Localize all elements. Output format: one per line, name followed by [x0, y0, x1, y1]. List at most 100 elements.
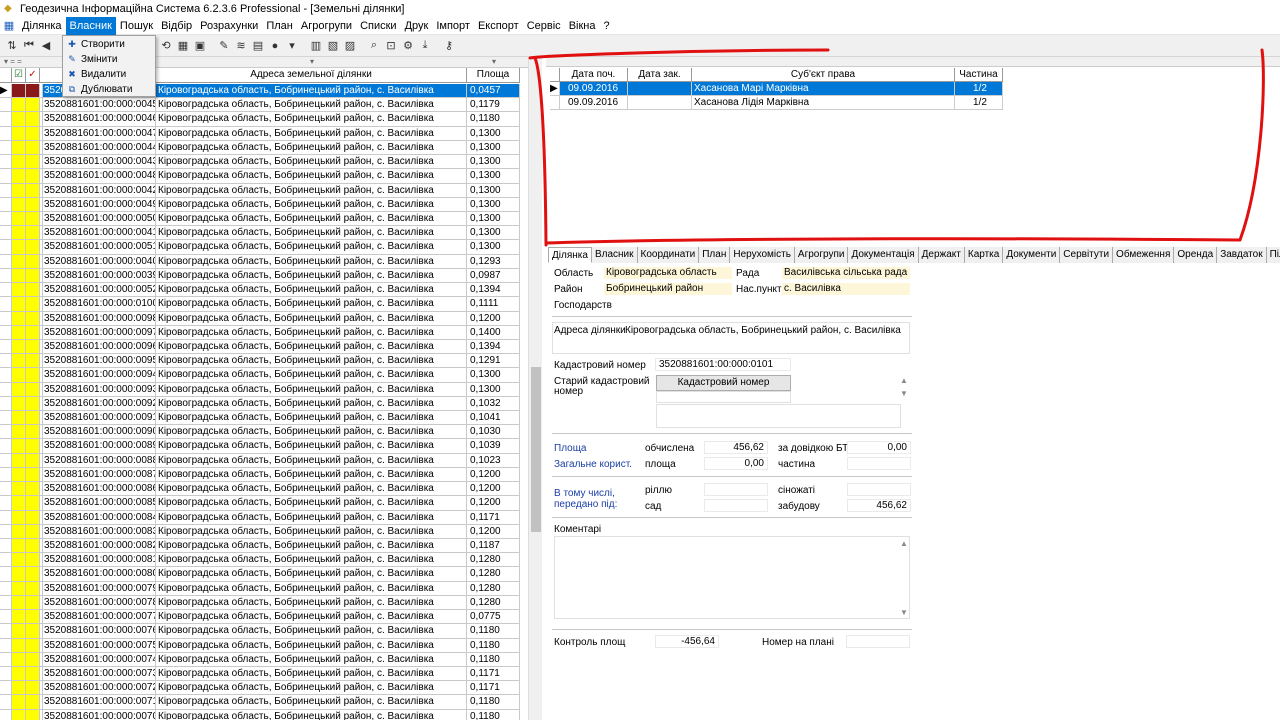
measure-icon[interactable]: ⊡ — [383, 37, 399, 55]
row-check-cell[interactable] — [12, 98, 26, 112]
row-flag-cell[interactable] — [26, 496, 40, 510]
delete-icon[interactable]: ▾ — [284, 37, 300, 55]
row-flag-cell[interactable] — [26, 396, 40, 411]
table-row[interactable]: 3520881601:00:000:0078 Кіровоградська обл… — [0, 595, 520, 611]
table-row[interactable]: 3520881601:00:000:0091 Кіровоградська обл… — [0, 411, 520, 426]
table-row[interactable]: 3520881601:00:000:0100 Кіровоградська обл… — [0, 297, 520, 312]
table-row[interactable]: 3520881601:00:000:0094 Кіровоградська обл… — [0, 368, 520, 383]
row-check-cell[interactable] — [12, 297, 26, 311]
calc-area-field[interactable]: 456,62 — [704, 441, 768, 454]
tab-kartka[interactable]: Картка — [964, 247, 1004, 263]
column-end-date[interactable]: Дата зак. — [628, 68, 692, 81]
owner-menu-create[interactable]: ✚ Створити — [63, 37, 155, 52]
row-flag-cell[interactable] — [26, 453, 40, 467]
table-row[interactable]: 3520881601:00:000:0046 Кіровоградська обл… — [0, 112, 520, 127]
row-flag-cell[interactable] — [26, 524, 40, 538]
menu-vikna[interactable]: Вікна — [565, 17, 600, 35]
row-flag-cell[interactable] — [26, 681, 40, 695]
row-flag-cell[interactable] — [26, 268, 40, 283]
row-flag-cell[interactable] — [26, 155, 40, 169]
row-flag-cell[interactable] — [26, 98, 40, 112]
row-check-cell[interactable] — [12, 439, 26, 453]
row-check-cell[interactable] — [12, 283, 26, 297]
row-check-cell[interactable] — [12, 425, 26, 439]
row-flag-cell[interactable] — [26, 709, 40, 720]
sad-field[interactable] — [704, 499, 768, 512]
tab-koordynaty[interactable]: Координати — [637, 247, 700, 263]
row-flag-cell[interactable] — [26, 254, 40, 268]
plan-no-field[interactable] — [846, 635, 910, 648]
row-flag-cell[interactable] — [26, 126, 40, 140]
row-check-cell[interactable] — [12, 155, 26, 169]
menu-dilianka[interactable]: Ділянка — [18, 17, 66, 35]
row-flag-cell[interactable] — [26, 553, 40, 567]
table-row[interactable]: 3520881601:00:000:0045 Кіровоградська обл… — [0, 98, 520, 113]
table-row[interactable]: 3520881601:00:000:0092 Кіровоградська обл… — [0, 396, 520, 412]
table-row[interactable]: 3520881601:00:000:0041 Кіровоградська обл… — [0, 226, 520, 241]
checkmark-icon[interactable]: ✓ — [26, 68, 40, 83]
map-icon[interactable]: ▤ — [250, 37, 266, 55]
table-row[interactable]: 3520881601:00:000:0040 Кіровоградська обл… — [0, 254, 520, 269]
save-icon[interactable]: ▣ — [192, 37, 208, 55]
row-check-cell[interactable] — [12, 183, 26, 197]
grid-icon[interactable]: ▦ — [175, 37, 191, 55]
menu-import[interactable]: Імпорт — [432, 17, 474, 35]
tab-dokumentatsiia[interactable]: Документація — [848, 247, 919, 263]
menu-plan[interactable]: План — [262, 17, 297, 35]
table-row[interactable]: 3520881601:00:000:0050 Кіровоградська обл… — [0, 211, 520, 227]
column-address[interactable]: Адреса земельної ділянки — [156, 68, 467, 83]
scroll-up-icon[interactable]: ▲ — [899, 376, 909, 385]
table-row[interactable]: 3520881601:00:000:0089 Кіровоградська обл… — [0, 439, 520, 454]
search-icon[interactable]: ⌕ — [366, 37, 382, 55]
row-check-cell[interactable] — [12, 140, 26, 155]
table-row[interactable]: 3520881601:00:000:0084 Кіровоградська обл… — [0, 510, 520, 525]
menu-ahrohrupy[interactable]: Агрогрупи — [297, 17, 356, 35]
scroll-up-icon[interactable]: ▲ — [899, 539, 909, 548]
table-row[interactable]: 3520881601:00:000:0048 Кіровоградська обл… — [0, 169, 520, 184]
table-row[interactable]: 3520881601:00:000:0071 Кіровоградська обл… — [0, 695, 520, 710]
row-flag-cell[interactable] — [26, 467, 40, 482]
row-flag-cell[interactable] — [26, 169, 40, 183]
tab-nerukhomist[interactable]: Нерухомість — [730, 247, 795, 263]
row-check-cell[interactable] — [12, 695, 26, 709]
row-flag-cell[interactable] — [26, 610, 40, 624]
owner-row[interactable]: 09.09.2016 Хасанова Лідія Марківна 1/2 — [550, 96, 1003, 110]
tab-derzhakt[interactable]: Держакт — [918, 247, 965, 263]
table-row[interactable]: 3520881601:00:000:0043 Кіровоградська обл… — [0, 155, 520, 170]
row-check-cell[interactable] — [12, 396, 26, 411]
table-row[interactable]: 3520881601:00:000:0072 Кіровоградська обл… — [0, 681, 520, 696]
old-cad-list[interactable] — [656, 391, 791, 403]
prev-record-icon[interactable]: ◀ — [38, 37, 54, 55]
table-row[interactable]: 3520881601:00:000:0052 Кіровоградська обл… — [0, 283, 520, 298]
column-area[interactable]: Площа — [467, 68, 520, 83]
np-field[interactable]: с. Василівка — [782, 283, 910, 295]
menu-servis[interactable]: Сервіс — [523, 17, 565, 35]
row-flag-cell[interactable] — [26, 297, 40, 311]
row-flag-cell[interactable] — [26, 567, 40, 581]
row-flag-cell[interactable] — [26, 84, 40, 98]
tools-icon[interactable]: ⚙ — [400, 37, 416, 55]
menu-rozrakhunky[interactable]: Розрахунки — [196, 17, 262, 35]
row-check-cell[interactable] — [12, 311, 26, 325]
table-row[interactable]: 3520881601:00:000:0073 Кіровоградська обл… — [0, 666, 520, 682]
filter-dropdown-icon[interactable]: ▾ — [310, 57, 314, 66]
row-flag-cell[interactable] — [26, 624, 40, 638]
row-check-cell[interactable] — [12, 84, 26, 98]
table-row[interactable]: 3520881601:00:000:0095 Кіровоградська обл… — [0, 354, 520, 369]
row-flag-cell[interactable] — [26, 283, 40, 297]
scrollbar-thumb[interactable] — [531, 367, 541, 532]
row-check-cell[interactable] — [12, 482, 26, 496]
row-check-cell[interactable] — [12, 539, 26, 553]
area2-field[interactable]: 0,00 — [704, 457, 768, 470]
row-check-cell[interactable] — [12, 638, 26, 652]
table-row[interactable]: 3520881601:00:000:0086 Кіровоградська обл… — [0, 482, 520, 497]
row-flag-cell[interactable] — [26, 311, 40, 325]
row-check-cell[interactable] — [12, 624, 26, 638]
tab-plan[interactable]: План — [699, 247, 731, 263]
table-row[interactable]: 3520881601:00:000:0080 Кіровоградська обл… — [0, 567, 520, 582]
row-flag-cell[interactable] — [26, 112, 40, 126]
row-flag-cell[interactable] — [26, 510, 40, 524]
row-check-cell[interactable] — [12, 595, 26, 610]
report-icon[interactable]: ▨ — [342, 37, 358, 55]
row-check-cell[interactable] — [12, 126, 26, 140]
